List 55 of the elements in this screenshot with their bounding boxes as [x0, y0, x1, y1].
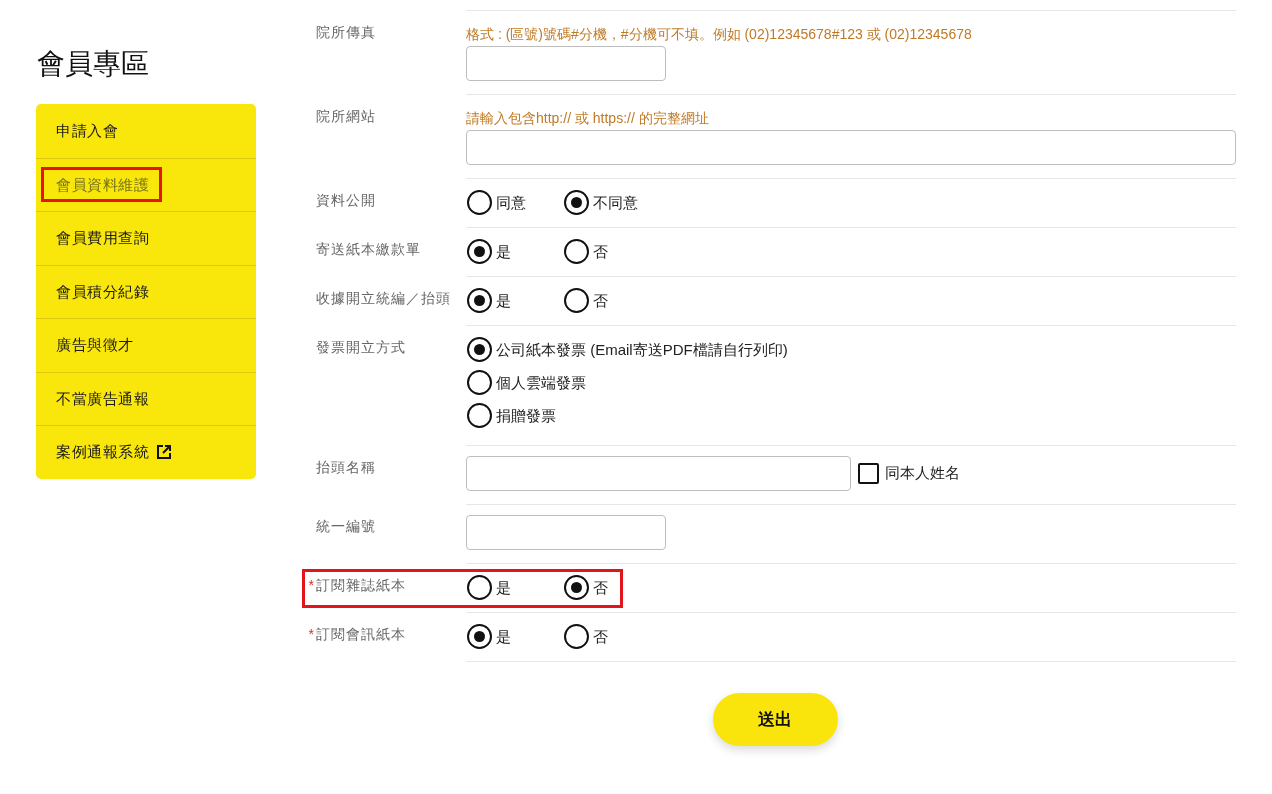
field-hint: 請輸入包含http:// 或 https:// 的完整網址 [466, 109, 710, 128]
radio-button[interactable] [467, 403, 492, 428]
radio-button[interactable] [467, 624, 492, 649]
radio-label: 是 [496, 290, 511, 311]
field-label: 院所傳真 [316, 23, 376, 42]
text-field[interactable] [466, 515, 666, 550]
field-label: 院所網站 [316, 107, 376, 126]
radio-label: 個人雲端發票 [496, 372, 586, 393]
sidebar-link[interactable]: 申請入會 [36, 104, 256, 158]
radio-button[interactable] [467, 239, 492, 264]
field-label: 寄送紙本繳款單 [316, 240, 421, 259]
required-mark: * [308, 625, 314, 644]
sidebar-link[interactable]: 會員積分紀錄 [36, 264, 256, 318]
sidebar-link[interactable]: 廣告與徵才 [36, 318, 256, 372]
radio-button[interactable] [467, 288, 492, 313]
checkbox-label: 同本人姓名 [885, 463, 960, 484]
sidebar-link[interactable]: 案例通報系統 [36, 425, 256, 479]
checkbox[interactable] [858, 463, 879, 484]
text-field[interactable] [466, 130, 1236, 165]
field-label: 抬頭名稱 [316, 458, 376, 477]
radio-label: 不同意 [593, 192, 638, 213]
radio-label: 是 [496, 577, 511, 598]
sidebar-title: 會員專區 [36, 47, 150, 81]
radio-label: 否 [593, 241, 608, 262]
text-field[interactable] [466, 46, 666, 81]
field-hint: 格式 : (區號)號碼#分機，#分機可不填。例如 (02)12345678#123 或 (02)12345678 [466, 25, 973, 44]
radio-button[interactable] [467, 190, 492, 215]
radio-button[interactable] [467, 370, 492, 395]
radio-label: 是 [496, 241, 511, 262]
radio-button[interactable] [564, 190, 589, 215]
field-label: 資料公開 [316, 191, 376, 210]
sidebar-link[interactable]: 會員費用查詢 [36, 211, 256, 265]
field-label: 收據開立統編／抬頭 [316, 289, 451, 308]
radio-button[interactable] [564, 239, 589, 264]
radio-label: 否 [593, 290, 608, 311]
radio-button[interactable] [564, 624, 589, 649]
field-label: 發票開立方式 [316, 338, 406, 357]
radio-button[interactable] [564, 288, 589, 313]
radio-label: 捐贈發票 [496, 405, 556, 426]
radio-button[interactable] [564, 575, 589, 600]
required-mark: * [308, 576, 314, 595]
radio-label: 否 [593, 577, 608, 598]
sidebar-link[interactable]: 不當廣告通報 [36, 371, 256, 425]
radio-button[interactable] [467, 575, 492, 600]
field-label: 訂閱雜誌紙本 [316, 576, 406, 595]
radio-label: 公司紙本發票 (Email寄送PDF檔請自行列印) [496, 339, 788, 360]
radio-label: 同意 [496, 192, 526, 213]
radio-button[interactable] [467, 337, 492, 362]
field-label: 訂閱會訊紙本 [316, 625, 406, 644]
submit-button[interactable]: 送出 [712, 693, 838, 746]
radio-label: 否 [593, 626, 608, 647]
text-field[interactable] [466, 456, 851, 491]
sidebar-link[interactable]: 會員資料維護 [36, 157, 256, 211]
field-label: 統一編號 [316, 517, 376, 536]
radio-label: 是 [496, 626, 511, 647]
